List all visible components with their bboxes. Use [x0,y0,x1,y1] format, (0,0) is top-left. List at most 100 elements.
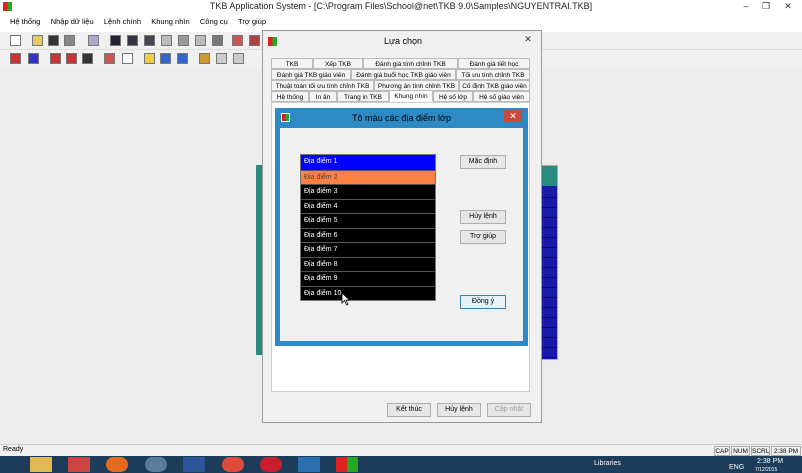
word-icon[interactable] [183,457,205,472]
arrange-icon[interactable] [160,53,171,64]
close-icon[interactable]: ✕ [777,0,799,12]
chrome-icon[interactable] [222,457,244,472]
cap-indicator: CAP [714,446,730,456]
options-close-icon[interactable]: ✕ [519,34,537,47]
app-icon[interactable] [298,457,320,472]
menu-nhap-du-lieu[interactable]: Nhập dữ liệu [47,14,98,26]
menu-cong-cu[interactable]: Công cụ [196,14,232,26]
color-list-item[interactable]: Địa điểm 2 [301,169,435,184]
tab-he-so-lop[interactable]: Hệ số lớp [433,91,473,102]
color-dialog-close-icon[interactable]: ✕ [504,110,522,122]
tab-co-dinh[interactable]: Cố định TKB giáo viên [459,80,530,91]
minimize-icon[interactable]: – [735,0,757,12]
color-list-item[interactable]: Địa điểm 7 [301,242,435,257]
color-cancel-button[interactable]: Hủy lệnh [460,210,506,224]
status-bar: Ready CAP NUM SCRL 2:38 PM [0,444,802,456]
arrange-icon[interactable] [199,53,210,64]
mouse-cursor-icon [341,292,351,306]
color-list-item[interactable]: Địa điểm 6 [301,227,435,242]
grid-icon[interactable] [127,35,138,46]
open-icon[interactable] [32,35,43,46]
color-dialog-title: Tô màu các địa điểm lớp [352,113,451,123]
taskbar: Libraries ENG 2:38 PM 7/12/2015 [0,456,802,473]
tab-trang-in[interactable]: Trang in TKB [337,91,389,102]
tab-tkb[interactable]: TKB [271,58,313,69]
menu-bar: Hệ thống Nhập dữ liệu Lệnh chính Khung n… [0,14,802,30]
color-list-item[interactable]: Địa điểm 9 [301,271,435,286]
tab-danh-gia-tinh-chinh[interactable]: Đánh giá tính chỉnh TKB [363,58,458,69]
tab-xep-tkb[interactable]: Xếp TKB [313,58,363,69]
start-button[interactable] [3,457,21,472]
grid-icon[interactable] [178,35,189,46]
taskbar-date[interactable]: 7/12/2015 [755,467,777,473]
arrange-icon[interactable] [104,53,115,64]
ok-button[interactable]: Đồng ý [460,295,506,309]
num-indicator: NUM [731,446,750,456]
color-list-item[interactable]: Địa điểm 4 [301,198,435,213]
color-list-item[interactable]: Địa điểm 10 [301,285,435,300]
status-text: Ready [3,446,24,453]
grid-icon[interactable] [212,35,223,46]
tab-toi-uu[interactable]: Tối ưu tính chỉnh TKB [456,69,530,80]
tool-icon[interactable] [249,35,260,46]
tab-danh-gia-tiet-hoc[interactable]: Đánh giá tiết học [458,58,530,69]
app-icon[interactable] [145,457,167,472]
taskbar-time[interactable]: 2:38 PM [757,458,783,465]
title-bar: TKB Application System - [C:\Program Fil… [0,0,802,14]
libraries-label[interactable]: Libraries [594,460,621,467]
arrange-icon[interactable] [216,53,227,64]
grid-icon[interactable] [161,35,172,46]
grid-icon[interactable] [110,35,121,46]
print-icon[interactable] [64,35,75,46]
preview-icon[interactable] [88,35,99,46]
arrange-icon[interactable] [10,53,21,64]
tab-thuat-toan[interactable]: Thuật toán tối ưu tính chỉnh TKB [271,80,374,91]
color-dialog: Tô màu các địa điểm lớp ✕ Địa điểm 1 Địa … [275,108,528,346]
color-list-item[interactable]: Địa điểm 5 [301,213,435,228]
default-button[interactable]: Mặc định [460,155,506,169]
menu-lenh-chinh[interactable]: Lệnh chính [100,14,145,26]
window-title: TKB Application System - [C:\Program Fil… [209,1,593,11]
tool-icon[interactable] [232,35,243,46]
firefox-icon[interactable] [106,457,128,472]
menu-khung-nhin[interactable]: Khung nhìn [147,14,193,26]
arrange-icon[interactable] [144,53,155,64]
tab-he-so-gv[interactable]: Hệ số giáo viên [473,91,530,102]
arrange-icon[interactable] [82,53,93,64]
options-cancel-button[interactable]: Hủy lệnh [437,403,481,417]
menu-he-thong[interactable]: Hệ thống [6,14,44,26]
color-list[interactable]: Địa điểm 1 Địa điểm 2 Địa điểm 3 Địa điểm 4… [300,154,436,301]
tab-danh-gia-gv[interactable]: Đánh giá TKB giáo viên [271,69,351,80]
lang-indicator[interactable]: ENG [729,464,744,471]
color-list-item[interactable]: Địa điểm 8 [301,256,435,271]
arrange-icon[interactable] [28,53,39,64]
tab-he-thong[interactable]: Hệ thống [271,91,309,102]
background-grid [541,166,557,186]
opera-icon[interactable] [260,457,282,472]
help-button[interactable]: Trợ giúp [460,230,506,244]
menu-tro-giup[interactable]: Trợ giúp [234,14,270,26]
options-title: Lựa chọn [383,36,423,46]
arrange-icon[interactable] [177,53,188,64]
color-list-item[interactable]: Địa điểm 1 [301,155,435,170]
scrl-indicator: SCRL [751,446,770,456]
grid-icon[interactable] [144,35,155,46]
finish-button[interactable]: Kết thúc [387,403,431,417]
tkb-app-icon[interactable] [336,457,358,472]
tab-in-an[interactable]: In ấn [309,91,337,102]
new-icon[interactable] [10,35,21,46]
arrange-icon[interactable] [233,53,244,64]
grid-icon[interactable] [195,35,206,46]
tab-khung-nhin[interactable]: Khung nhìn [389,90,433,102]
arrange-icon[interactable] [122,53,133,64]
save-icon[interactable] [48,35,59,46]
arrange-icon[interactable] [66,53,77,64]
color-list-item[interactable]: Địa điểm 3 [301,184,435,199]
background-grid [541,188,557,358]
restore-icon[interactable]: ❐ [755,0,777,12]
app-icon[interactable] [68,457,90,472]
update-button[interactable]: Cập nhật [487,403,531,417]
explorer-icon[interactable] [30,457,52,472]
tab-danh-gia-buoi-hoc[interactable]: Đánh giá buổi học TKB giáo viên [351,69,456,80]
arrange-icon[interactable] [50,53,61,64]
